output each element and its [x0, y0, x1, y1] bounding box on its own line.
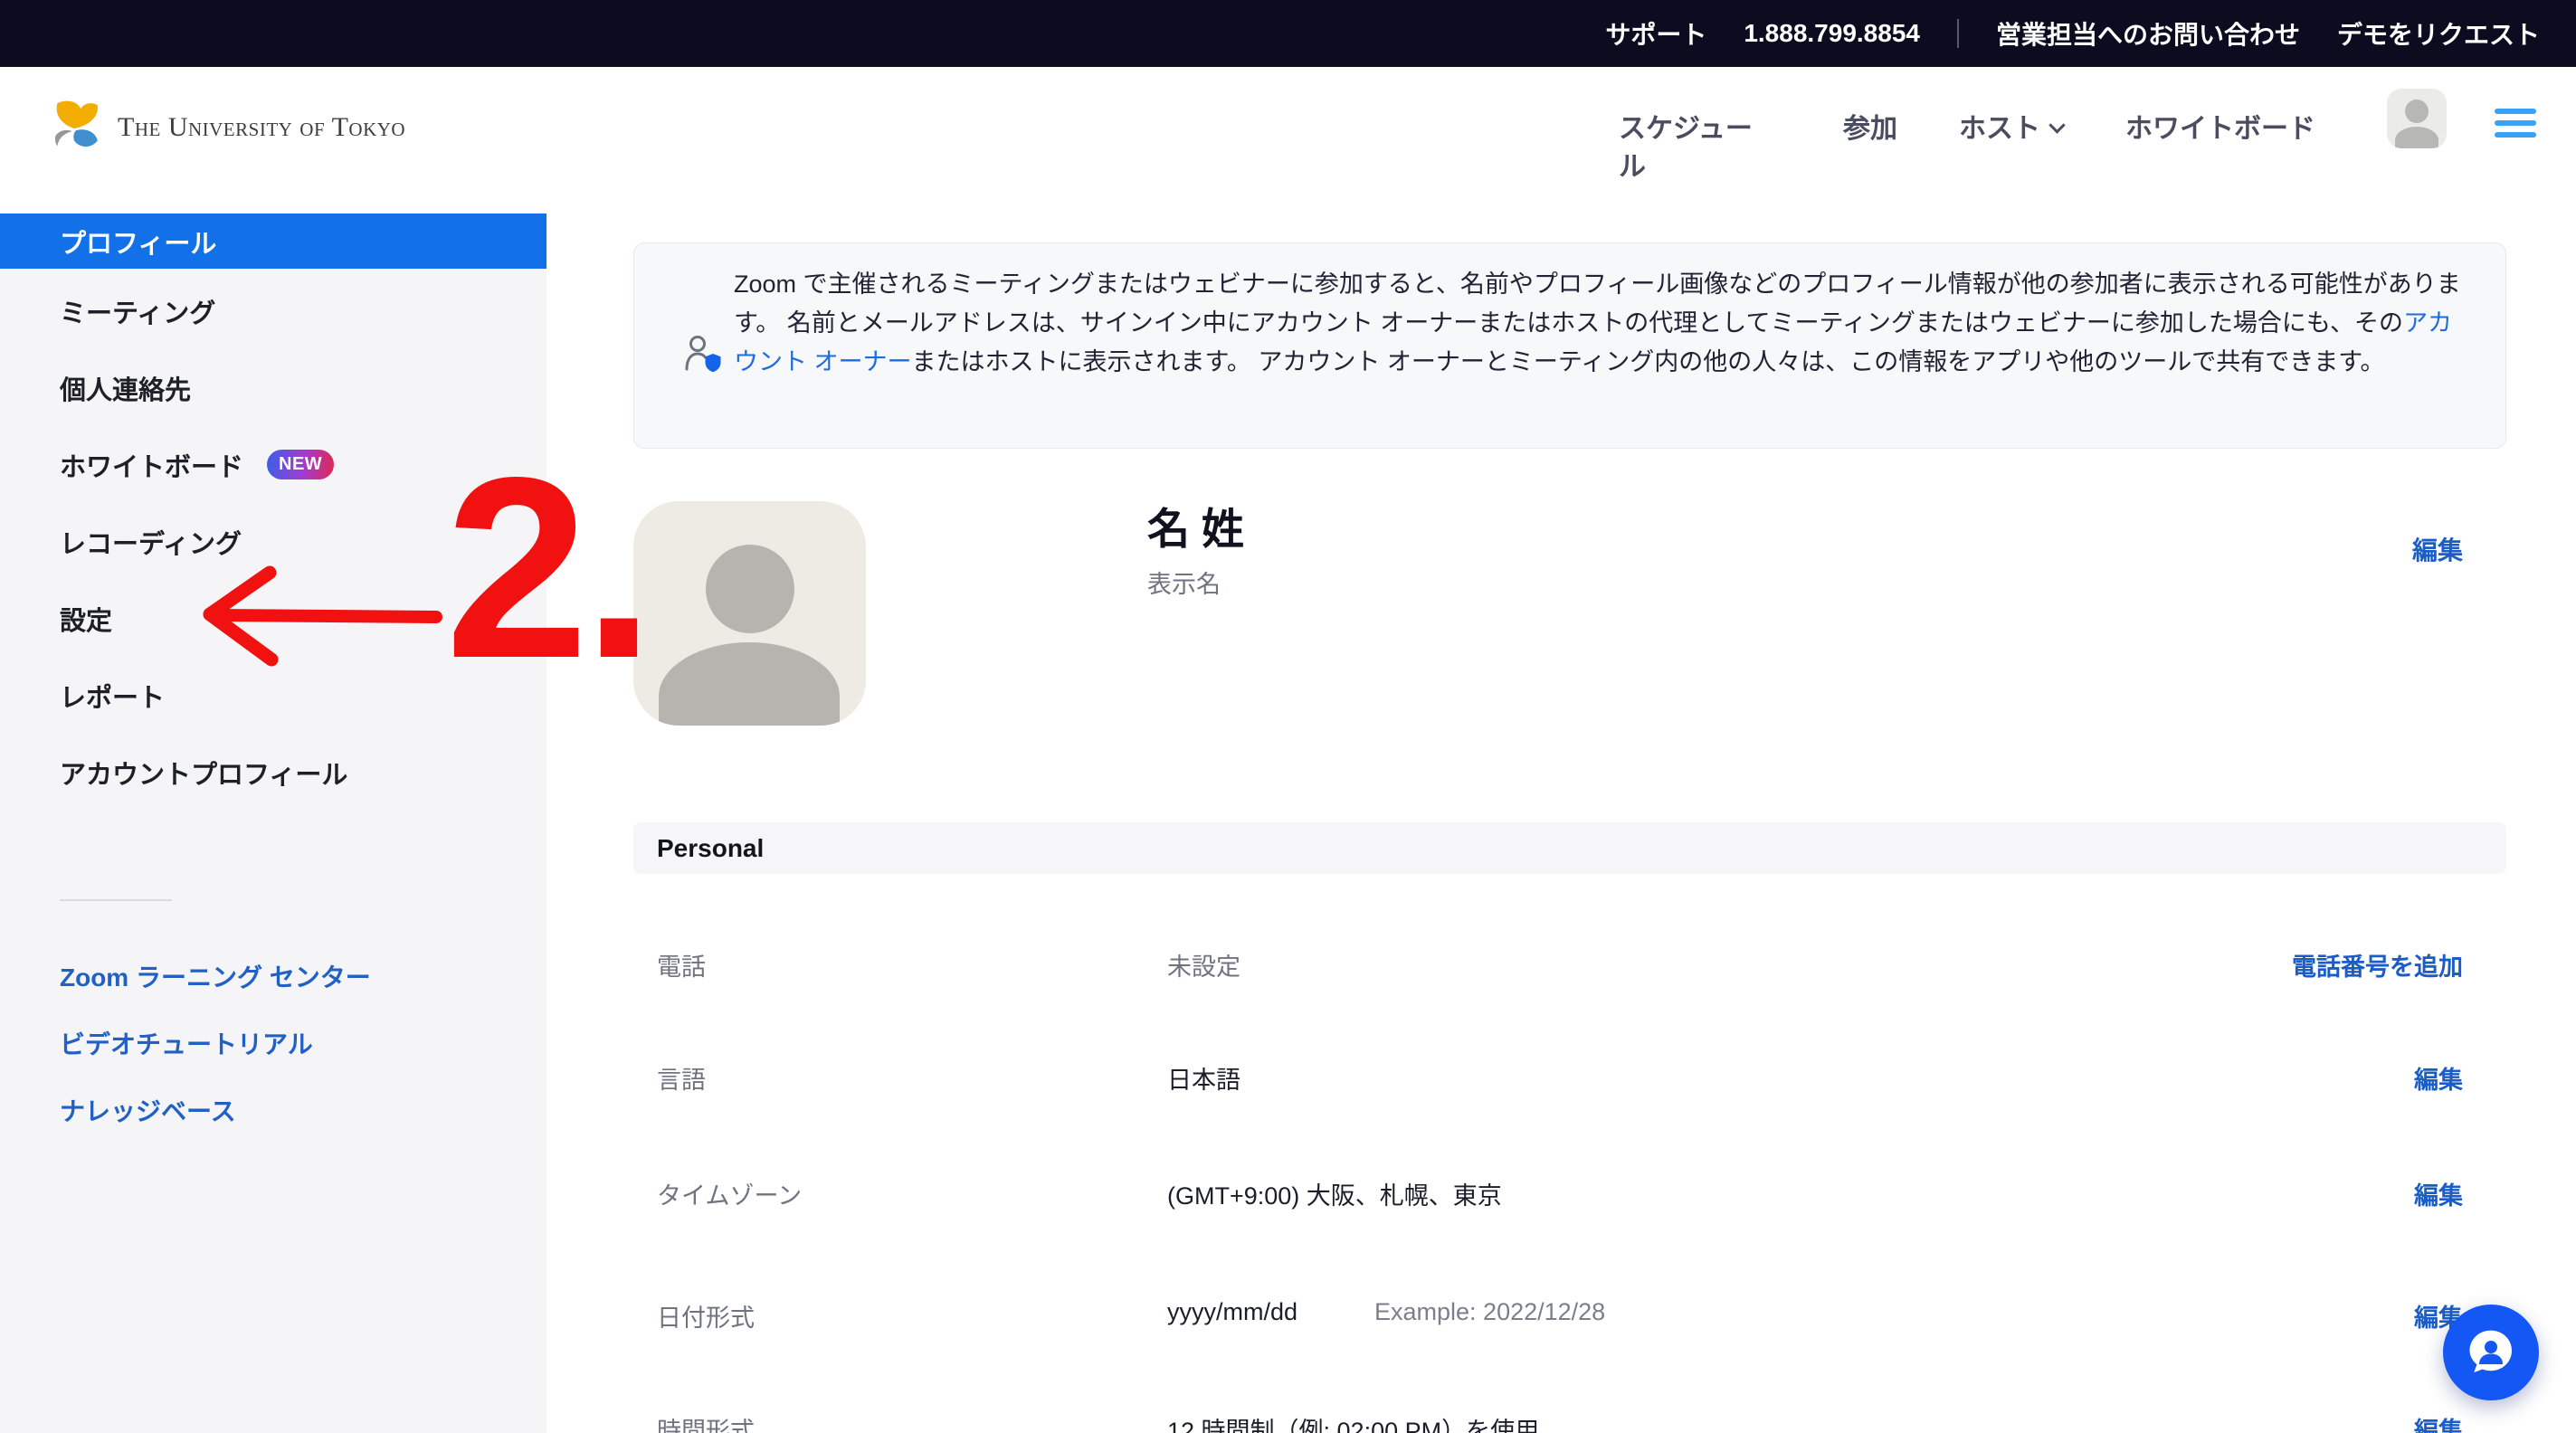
phone-row: 電話 未設定 電話番号を追加 [633, 947, 2576, 987]
language-value: 日本語 [1167, 1060, 1240, 1096]
new-badge: NEW [267, 450, 334, 479]
language-row: 言語 日本語 編集 [633, 1060, 2576, 1100]
nav-host-label: ホスト [1959, 110, 2040, 148]
date-format-value: yyyy/mm/dd [1167, 1298, 1298, 1326]
sidebar-item-whiteboard[interactable]: ホワイトボード NEW [0, 426, 547, 503]
time-format-label: 時間形式 [657, 1411, 755, 1433]
main-content: Zoom で主催されるミーティングまたはウェビナーに参加すると、名前やプロフィー… [547, 214, 2576, 1433]
profile-privacy-icon [683, 334, 725, 375]
support-link[interactable]: サポート [1605, 15, 1706, 52]
personal-section-header: Personal [633, 822, 2506, 874]
sidebar-link-knowledge-base[interactable]: ナレッジベース [0, 1077, 547, 1144]
topbar-divider [1957, 19, 1959, 48]
timezone-value: (GMT+9:00) 大阪、札幌、東京 [1167, 1176, 1502, 1211]
avatar-placeholder-icon [706, 545, 794, 633]
logo-text: The University of Tokyo [118, 112, 405, 143]
sidebar-item-settings[interactable]: 設定 [0, 580, 547, 657]
help-chat-icon [2462, 1324, 2520, 1381]
profile-privacy-notice: Zoom で主催されるミーティングまたはウェビナーに参加すると、名前やプロフィー… [633, 242, 2506, 449]
contact-sales-link[interactable]: 営業担当へのお問い合わせ [1996, 15, 2300, 52]
sidebar-item-meetings[interactable]: ミーティング [0, 272, 547, 349]
time-format-value: 12 時間制（例: 02:00 PM）を使用 [1167, 1411, 1539, 1433]
date-format-row: 日付形式 yyyy/mm/dd Example: 2022/12/28 編集 [633, 1298, 2576, 1338]
time-format-edit-button[interactable]: 編集 [2414, 1411, 2463, 1433]
request-demo-link[interactable]: デモをリクエスト [2337, 15, 2540, 52]
nav-host-menu[interactable]: ホスト [1959, 110, 2063, 148]
sidebar-link-learning-center[interactable]: Zoom ラーニング センター [0, 943, 547, 1010]
profile-display-name: 表示名 [1147, 565, 1221, 600]
zoom-profile-page: { "topbar": { "support": "サポート", "phone"… [0, 0, 2576, 1433]
chevron-down-icon [2048, 117, 2065, 133]
phone-label: 電話 [657, 947, 706, 982]
profile-name: 名 姓 [1147, 494, 1244, 556]
sales-phone-number[interactable]: 1.888.799.8854 [1744, 19, 1920, 48]
phone-value: 未設定 [1167, 947, 1240, 982]
site-header: The University of Tokyo スケジュール 参加 ホスト ホワ… [0, 67, 2576, 214]
ginkgo-leaf-icon [45, 98, 105, 157]
profile-avatar[interactable] [633, 501, 866, 726]
sidebar-divider [60, 899, 172, 901]
nav-schedule[interactable]: スケジュール [1619, 110, 1768, 186]
language-edit-button[interactable]: 編集 [2414, 1060, 2463, 1096]
sidebar-item-reports[interactable]: レポート [0, 657, 547, 734]
time-format-row: 時間形式 12 時間制（例: 02:00 PM）を使用 編集 [633, 1411, 2576, 1433]
sidebar-item-personal-contacts[interactable]: 個人連絡先 [0, 349, 547, 426]
sidebar-item-recordings[interactable]: レコーディング [0, 503, 547, 580]
sidebar-link-video-tutorials[interactable]: ビデオチュートリアル [0, 1010, 547, 1077]
nav-join[interactable]: 参加 [1843, 110, 1897, 148]
notice-text: Zoom で主催されるミーティングまたはウェビナーに参加すると、名前やプロフィー… [734, 265, 2467, 382]
date-format-example: Example: 2022/12/28 [1374, 1298, 1605, 1326]
date-format-label: 日付形式 [657, 1298, 755, 1333]
language-label: 言語 [657, 1060, 706, 1096]
sidebar-item-account-profile[interactable]: アカウントプロフィール [0, 734, 547, 811]
add-phone-number-button[interactable]: 電話番号を追加 [2292, 947, 2463, 982]
profile-edit-button[interactable]: 編集 [2412, 531, 2463, 567]
help-chat-button[interactable] [2443, 1305, 2539, 1400]
nav-whiteboard[interactable]: ホワイトボード [2125, 110, 2315, 148]
avatar-icon [2405, 100, 2429, 123]
account-avatar-button[interactable] [2387, 89, 2447, 148]
hamburger-menu-icon[interactable] [2495, 109, 2536, 144]
timezone-label: タイムゾーン [657, 1176, 802, 1211]
timezone-row: タイムゾーン (GMT+9:00) 大阪、札幌、東京 編集 [633, 1176, 2576, 1216]
sidebar: プロフィール ミーティング 個人連絡先 ホワイトボード NEW レコーディング … [0, 214, 547, 1433]
top-banner: サポート 1.888.799.8854 営業担当へのお問い合わせ デモをリクエス… [0, 0, 2576, 67]
timezone-edit-button[interactable]: 編集 [2414, 1176, 2463, 1211]
sidebar-item-profile[interactable]: プロフィール [0, 214, 547, 269]
university-of-tokyo-logo[interactable]: The University of Tokyo [45, 98, 405, 157]
